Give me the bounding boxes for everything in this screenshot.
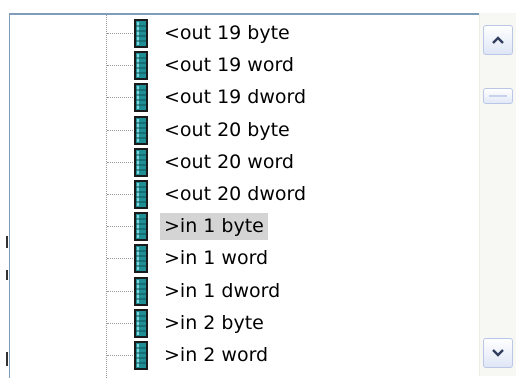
edge-tick bbox=[6, 352, 8, 366]
tree-connector-horizontal bbox=[107, 355, 137, 356]
tree-item[interactable]: <out 20 byte bbox=[10, 114, 480, 147]
tree-item-label[interactable]: >in 2 word bbox=[160, 342, 272, 369]
chevron-up-icon bbox=[492, 36, 504, 44]
tree-item[interactable]: <out 20 dword bbox=[10, 178, 480, 211]
tree-connector-horizontal bbox=[107, 129, 137, 131]
edge-tick bbox=[6, 236, 8, 248]
chevron-down-icon bbox=[492, 349, 504, 357]
tree-item-label[interactable]: >in 1 byte bbox=[160, 213, 268, 241]
io-port-icon bbox=[134, 212, 148, 242]
tree-connector-horizontal bbox=[107, 97, 137, 99]
tree-item[interactable]: <out 19 byte bbox=[10, 17, 480, 50]
tree-item[interactable]: >in 2 byte bbox=[10, 307, 480, 340]
tree-item[interactable]: >in 1 word bbox=[10, 242, 480, 275]
io-port-icon bbox=[134, 341, 148, 370]
tree-connector-horizontal bbox=[107, 322, 137, 324]
io-port-icon bbox=[134, 147, 148, 177]
io-port-icon bbox=[134, 308, 148, 338]
scroll-thumb[interactable] bbox=[483, 88, 513, 104]
tree-item-label[interactable]: <out 19 dword bbox=[160, 84, 310, 111]
tree-item[interactable]: >in 1 dword bbox=[10, 275, 480, 308]
left-edge bbox=[0, 0, 8, 376]
tree-item-label[interactable]: <out 20 byte bbox=[160, 117, 294, 144]
io-port-icon bbox=[134, 115, 148, 145]
tree-view-window: <out 19 byte <out 19 word <out 19 dword <ou… bbox=[0, 0, 516, 378]
tree-connector-horizontal bbox=[107, 226, 137, 228]
scroll-down-button[interactable] bbox=[483, 338, 513, 368]
io-port-icon bbox=[134, 83, 148, 113]
tree-item[interactable]: <out 19 word bbox=[10, 49, 480, 82]
io-port-icon bbox=[134, 276, 148, 306]
tree-item[interactable]: <out 20 word bbox=[10, 146, 480, 179]
tree-item-label[interactable]: <out 19 word bbox=[160, 52, 298, 79]
io-port-icon bbox=[134, 180, 148, 209]
tree-item-label[interactable]: <out 20 dword bbox=[160, 181, 310, 208]
tree-connector-horizontal bbox=[107, 258, 137, 260]
tree-connector-horizontal bbox=[107, 161, 137, 163]
tree-item-label[interactable]: >in 1 dword bbox=[160, 278, 284, 305]
tree-item-label[interactable]: >in 1 word bbox=[160, 245, 272, 272]
tree-connector-horizontal bbox=[107, 290, 137, 292]
tree-item[interactable]: >in 2 word bbox=[10, 339, 480, 372]
io-port-icon bbox=[134, 51, 148, 81]
vertical-scrollbar[interactable] bbox=[479, 13, 516, 376]
scroll-up-button[interactable] bbox=[483, 25, 513, 55]
tree-item-label[interactable]: <out 19 byte bbox=[160, 20, 294, 47]
tree-item-label[interactable]: <out 20 word bbox=[160, 149, 298, 176]
tree-connector-horizontal bbox=[107, 33, 137, 34]
io-port-icon bbox=[134, 244, 148, 274]
tree-connector-horizontal bbox=[107, 194, 137, 195]
edge-tick bbox=[6, 270, 8, 280]
io-port-icon bbox=[134, 19, 148, 48]
tree-panel[interactable]: <out 19 byte <out 19 word <out 19 dword <ou… bbox=[9, 13, 480, 378]
tree-item[interactable]: >in 1 byte bbox=[10, 210, 480, 243]
tree-connector-horizontal bbox=[107, 65, 137, 67]
tree-item[interactable]: <out 19 dword bbox=[10, 81, 480, 114]
tree-item-label[interactable]: >in 2 byte bbox=[160, 310, 268, 337]
